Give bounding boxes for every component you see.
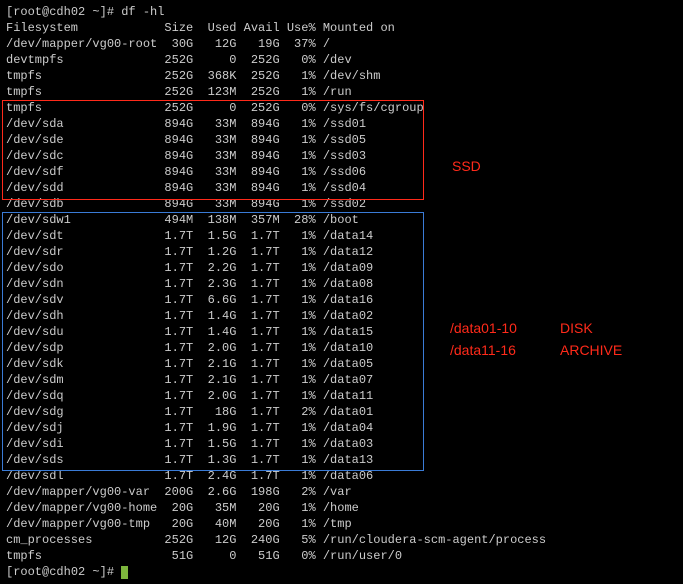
df-row: /dev/sdk 1.7T 2.1G 1.7T 1% /data05 <box>6 356 677 372</box>
prompt-line: [root@cdh02 ~]# df -hl <box>6 4 677 20</box>
df-row: /dev/sdd 894G 33M 894G 1% /ssd04 <box>6 180 677 196</box>
df-row: /dev/sdm 1.7T 2.1G 1.7T 1% /data07 <box>6 372 677 388</box>
df-row: /dev/sds 1.7T 1.3G 1.7T 1% /data13 <box>6 452 677 468</box>
df-row: /dev/sdq 1.7T 2.0G 1.7T 1% /data11 <box>6 388 677 404</box>
df-row: /dev/sdl 1.7T 2.4G 1.7T 1% /data06 <box>6 468 677 484</box>
df-row: /dev/sdr 1.7T 1.2G 1.7T 1% /data12 <box>6 244 677 260</box>
annotation-ssd: SSD <box>452 158 481 174</box>
command: df -hl <box>121 5 164 19</box>
df-row: /dev/mapper/vg00-tmp 20G 40M 20G 1% /tmp <box>6 516 677 532</box>
prompt-close: ]# <box>100 5 122 19</box>
df-row: tmpfs 51G 0 51G 0% /run/user/0 <box>6 548 677 564</box>
df-row: /dev/sdj 1.7T 1.9G 1.7T 1% /data04 <box>6 420 677 436</box>
df-row: /dev/sdi 1.7T 1.5G 1.7T 1% /data03 <box>6 436 677 452</box>
df-row: /dev/sdg 1.7T 18G 1.7T 2% /data01 <box>6 404 677 420</box>
prompt-tilde: ~ <box>92 5 99 19</box>
annotation-archive: ARCHIVE <box>560 342 622 358</box>
df-output: /dev/mapper/vg00-root 30G 12G 19G 37% /d… <box>6 36 677 564</box>
df-row: /dev/sdn 1.7T 2.3G 1.7T 1% /data08 <box>6 276 677 292</box>
cursor-icon <box>121 566 128 579</box>
df-row: tmpfs 252G 0 252G 0% /sys/fs/cgroup <box>6 100 677 116</box>
df-row: /dev/sdt 1.7T 1.5G 1.7T 1% /data14 <box>6 228 677 244</box>
df-row: tmpfs 252G 368K 252G 1% /dev/shm <box>6 68 677 84</box>
prompt-userhost: root@cdh02 <box>13 565 92 579</box>
df-row: /dev/sda 894G 33M 894G 1% /ssd01 <box>6 116 677 132</box>
df-row: /dev/sdv 1.7T 6.6G 1.7T 1% /data16 <box>6 292 677 308</box>
df-row: cm_processes 252G 12G 240G 5% /run/cloud… <box>6 532 677 548</box>
df-row: /dev/sdb 894G 33M 894G 1% /ssd02 <box>6 196 677 212</box>
df-row: /dev/mapper/vg00-home 20G 35M 20G 1% /ho… <box>6 500 677 516</box>
annotation-data01: /data01-10 <box>450 320 517 336</box>
df-row: /dev/mapper/vg00-var 200G 2.6G 198G 2% /… <box>6 484 677 500</box>
prompt-line-2[interactable]: [root@cdh02 ~]# <box>6 564 677 580</box>
annotation-data11: /data11-16 <box>450 342 516 358</box>
prompt-tilde: ~ <box>92 565 99 579</box>
df-row: /dev/sdf 894G 33M 894G 1% /ssd06 <box>6 164 677 180</box>
df-row: /dev/sde 894G 33M 894G 1% /ssd05 <box>6 132 677 148</box>
df-row: tmpfs 252G 123M 252G 1% /run <box>6 84 677 100</box>
df-row: /dev/sdc 894G 33M 894G 1% /ssd03 <box>6 148 677 164</box>
df-row: /dev/sdw1 494M 138M 357M 28% /boot <box>6 212 677 228</box>
prompt-userhost: root@cdh02 <box>13 5 92 19</box>
df-header: Filesystem Size Used Avail Use% Mounted … <box>6 20 677 36</box>
df-row: devtmpfs 252G 0 252G 0% /dev <box>6 52 677 68</box>
df-row: /dev/mapper/vg00-root 30G 12G 19G 37% / <box>6 36 677 52</box>
df-row: /dev/sdo 1.7T 2.2G 1.7T 1% /data09 <box>6 260 677 276</box>
annotation-disk: DISK <box>560 320 593 336</box>
prompt-close: ]# <box>100 565 122 579</box>
